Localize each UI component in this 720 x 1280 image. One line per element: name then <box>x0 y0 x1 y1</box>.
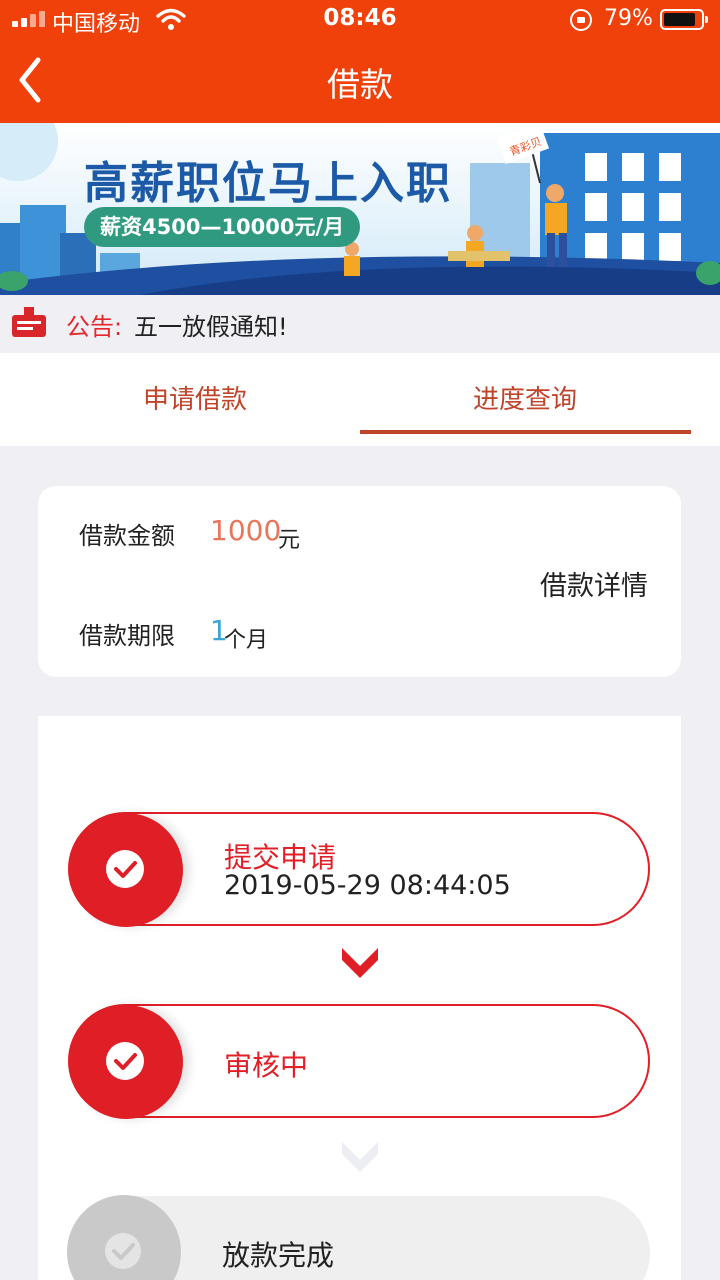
battery-icon <box>660 9 708 30</box>
battery-percent: 79% <box>604 6 653 31</box>
tab-progress-query[interactable]: 进度查询 <box>360 379 690 416</box>
loan-info-card: 借款金额 1000 元 借款详情 借款期限 1 个月 <box>38 486 681 677</box>
loan-detail-link[interactable]: 借款详情 <box>540 564 648 603</box>
status-bar: 中国移动 08:46 79% <box>0 0 720 40</box>
amount-unit: 元 <box>278 528 301 553</box>
tab-apply-loan[interactable]: 申请借款 <box>30 379 360 416</box>
step-status-circle <box>67 1195 181 1280</box>
notice-bar[interactable]: 公告: 五一放假通知! <box>0 295 720 353</box>
tab-bar: 申请借款 进度查询 <box>0 353 720 446</box>
term-unit: 个月 <box>224 628 269 653</box>
step-review: 审核中 <box>68 1004 650 1119</box>
chevron-down-icon <box>342 948 378 978</box>
amount-label: 借款金额 <box>79 522 175 550</box>
megaphone-icon <box>12 307 46 337</box>
check-icon <box>106 850 144 888</box>
top-bar: 中国移动 08:46 79% 借款 <box>0 0 720 123</box>
chevron-down-icon <box>342 1142 378 1172</box>
progress-card: 提交申请 2019-05-29 08:44:05 审核中 放款完成 <box>38 716 681 1280</box>
step-title: 审核中 <box>224 1049 309 1082</box>
term-label: 借款期限 <box>79 622 175 650</box>
step-submit: 提交申请 2019-05-29 08:44:05 <box>68 812 650 927</box>
step-status-circle <box>69 813 183 927</box>
check-icon <box>106 1042 144 1080</box>
amount-value: 1000 <box>210 514 282 547</box>
active-tab-indicator <box>360 430 691 434</box>
notice-label: 公告: <box>66 313 123 341</box>
notice-text: 五一放假通知! <box>134 313 288 341</box>
step-time: 2019-05-29 08:44:05 <box>224 870 511 901</box>
promo-banner[interactable]: 青彩贝 高薪职位马上入职 薪资4500—10000元/月 <box>0 123 720 295</box>
banner-title: 高薪职位马上入职 <box>84 158 452 209</box>
check-icon <box>104 1232 142 1270</box>
banner-salary: 薪资4500—10000元/月 <box>84 207 361 247</box>
step-status-circle <box>69 1005 183 1119</box>
orientation-lock-icon <box>570 9 592 31</box>
step-title: 放款完成 <box>222 1239 335 1272</box>
page-title: 借款 <box>327 65 393 104</box>
step-disbursed: 放款完成 <box>67 1195 650 1280</box>
